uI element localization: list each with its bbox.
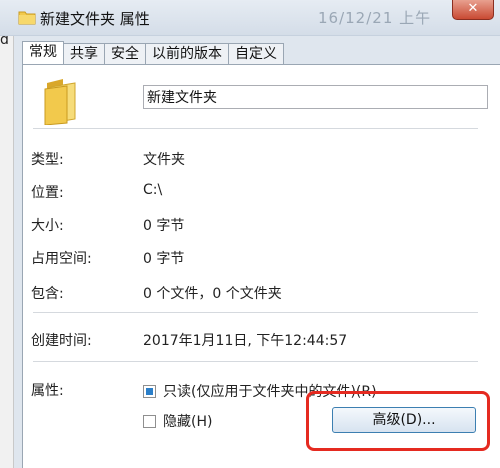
size-on-disk-value: 0 字节 [143,251,185,267]
hidden-checkbox[interactable] [143,415,156,428]
size-on-disk-label: 占用空间: [31,251,92,267]
background-window-strip: d d [0,0,14,468]
divider [33,312,478,313]
type-label: 类型: [31,152,64,168]
title-bar: 新建文件夹 属性 16/12/21 上午 ✕ [0,0,500,36]
attributes-label: 属性: [31,383,64,399]
tab-security[interactable]: 安全 [105,43,146,64]
tab-sharing[interactable]: 共享 [64,43,105,64]
location-label: 位置: [31,185,64,201]
window-title: 新建文件夹 属性 [40,10,150,28]
tab-strip: 常规 共享 安全 以前的版本 自定义 [22,41,284,64]
highlight-annotation [306,391,490,451]
tab-customize[interactable]: 自定义 [229,43,284,64]
divider [33,128,478,129]
created-value: 2017年1月11日, 下午12:44:57 [143,333,348,349]
contains-label: 包含: [31,286,64,302]
size-value: 0 字节 [143,218,185,234]
type-value: 文件夹 [143,152,185,168]
tab-general[interactable]: 常规 [22,41,64,64]
folder-name-input[interactable] [143,85,488,109]
divider [33,361,478,362]
background-window-title: 16/12/21 上午 [318,9,432,27]
readonly-checkbox[interactable] [143,385,156,398]
location-value: C:\ [143,182,163,198]
size-label: 大小: [31,218,64,234]
hidden-checkbox-label[interactable]: 隐藏(H) [163,411,212,431]
folder-icon [44,79,76,125]
close-button[interactable]: ✕ [452,0,494,20]
folder-icon [18,11,36,25]
contains-value: 0 个文件，0 个文件夹 [143,286,282,302]
tab-previous-versions[interactable]: 以前的版本 [146,43,229,64]
close-icon: ✕ [467,1,479,16]
created-label: 创建时间: [31,333,92,349]
